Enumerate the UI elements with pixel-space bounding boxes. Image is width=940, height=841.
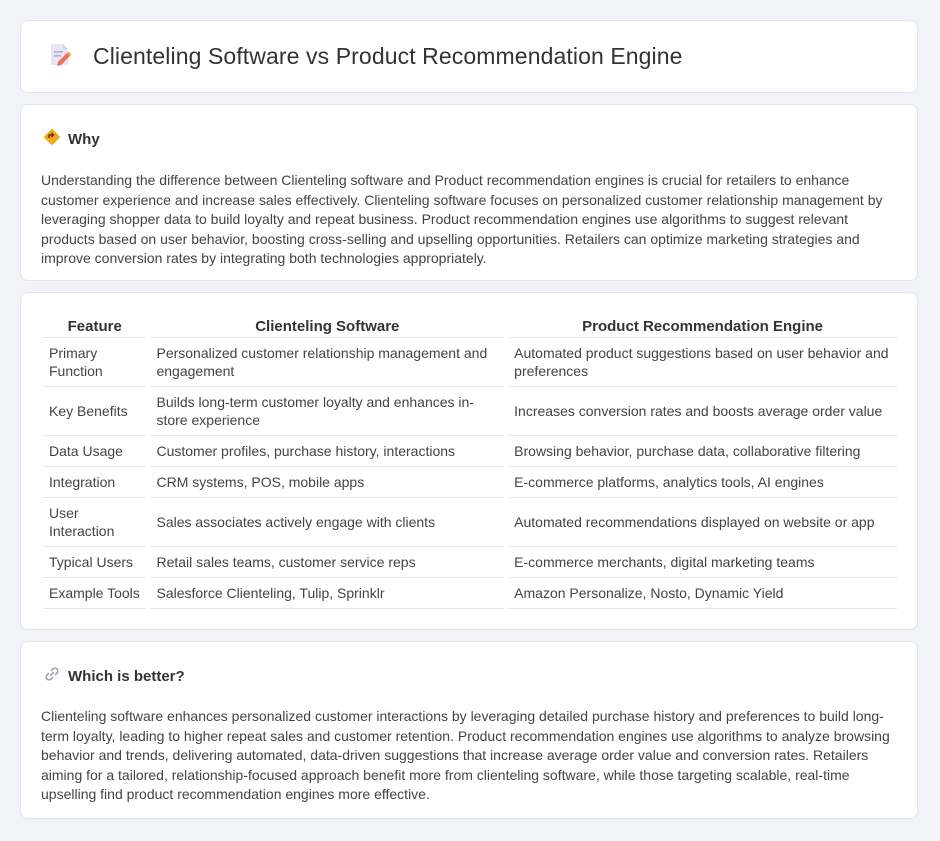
- table-row: Typical Users Retail sales teams, custom…: [43, 547, 897, 578]
- table-cell-recommendation: Automated recommendations displayed on w…: [508, 498, 897, 547]
- table-row: Integration CRM systems, POS, mobile app…: [43, 467, 897, 498]
- table-header-feature: Feature: [43, 315, 147, 338]
- table-cell-clienteling: Retail sales teams, customer service rep…: [150, 547, 505, 578]
- table-header-recommendation: Product Recommendation Engine: [508, 315, 897, 338]
- which-is-better-body: Clienteling software enhances personaliz…: [41, 708, 890, 803]
- title-card: Clienteling Software vs Product Recommen…: [20, 20, 918, 93]
- table-cell-recommendation: Automated product suggestions based on u…: [508, 338, 897, 387]
- page-title: Clienteling Software vs Product Recommen…: [93, 43, 683, 69]
- table-row: Data Usage Customer profiles, purchase h…: [43, 436, 897, 467]
- table-row: Primary Function Personalized customer r…: [43, 338, 897, 387]
- table-cell-clienteling: Salesforce Clienteling, Tulip, Sprinklr: [150, 578, 505, 609]
- table-cell-clienteling: Builds long-term customer loyalty and en…: [150, 387, 505, 436]
- table-cell-feature: Typical Users: [43, 547, 147, 578]
- table-cell-feature: Key Benefits: [43, 387, 147, 436]
- table-header-clienteling: Clienteling Software: [150, 315, 505, 338]
- table-cell-feature: Example Tools: [43, 578, 147, 609]
- table-header-row: Feature Clienteling Software Product Rec…: [43, 315, 897, 338]
- why-body: Understanding the difference between Cli…: [41, 172, 883, 267]
- table-cell-recommendation: Increases conversion rates and boosts av…: [508, 387, 897, 436]
- table-cell-clienteling: Personalized customer relationship manag…: [150, 338, 505, 387]
- table-row: Key Benefits Builds long-term customer l…: [43, 387, 897, 436]
- link-icon: [43, 665, 68, 688]
- which-is-better-heading: Which is better?: [68, 668, 185, 685]
- table-cell-recommendation: Amazon Personalize, Nosto, Dynamic Yield: [508, 578, 897, 609]
- table-cell-feature: Primary Function: [43, 338, 147, 387]
- table-cell-feature: User Interaction: [43, 498, 147, 547]
- which-is-better-section: Which is better? Clienteling software en…: [20, 641, 918, 819]
- table-cell-clienteling: CRM systems, POS, mobile apps: [150, 467, 505, 498]
- table-cell-clienteling: Customer profiles, purchase history, int…: [150, 436, 505, 467]
- diamond-direction-icon: [43, 128, 68, 151]
- comparison-table-card: Feature Clienteling Software Product Rec…: [20, 292, 918, 630]
- table-cell-feature: Data Usage: [43, 436, 147, 467]
- why-heading: Why: [68, 131, 100, 148]
- table-row: Example Tools Salesforce Clienteling, Tu…: [43, 578, 897, 609]
- table-cell-recommendation: E-commerce platforms, analytics tools, A…: [508, 467, 897, 498]
- comparison-table: Feature Clienteling Software Product Rec…: [39, 315, 901, 609]
- table-cell-clienteling: Sales associates actively engage with cl…: [150, 498, 505, 547]
- document-pencil-icon: [47, 41, 93, 72]
- table-row: User Interaction Sales associates active…: [43, 498, 897, 547]
- table-cell-feature: Integration: [43, 467, 147, 498]
- table-cell-recommendation: E-commerce merchants, digital marketing …: [508, 547, 897, 578]
- table-cell-recommendation: Browsing behavior, purchase data, collab…: [508, 436, 897, 467]
- why-section: Why Understanding the difference between…: [20, 104, 918, 281]
